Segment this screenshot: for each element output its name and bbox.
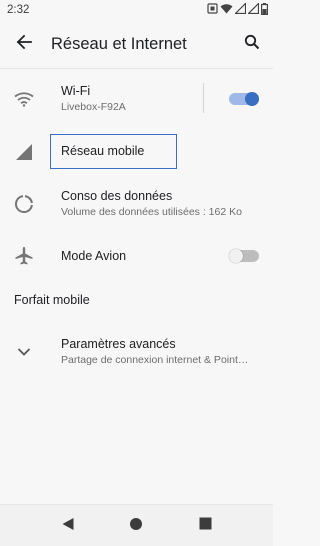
wifi-text: Wi-Fi Livebox-F92A: [61, 84, 126, 113]
app-bar-divider: [0, 68, 273, 69]
advanced-settings-row[interactable]: Paramètres avancés Partage de connexion …: [0, 332, 273, 372]
nav-home-button[interactable]: [124, 514, 148, 538]
status-bar: 2:32: [0, 0, 273, 20]
focus-highlight: [50, 134, 177, 169]
data-usage-text: Conso des données Volume des données uti…: [61, 189, 242, 218]
search-button[interactable]: [232, 24, 272, 64]
arrow-back-icon: [16, 34, 32, 55]
wifi-toggle-knob: [245, 92, 259, 106]
wifi-icon: [220, 3, 233, 17]
nav-back-button[interactable]: [56, 514, 80, 538]
nav-back-icon: [61, 517, 75, 536]
wifi-title: Wi-Fi: [61, 84, 91, 98]
signal-icon: [234, 2, 247, 17]
wifi-icon: [13, 88, 35, 110]
airplane-mode-toggle[interactable]: [229, 249, 259, 263]
signal-icon: [247, 2, 260, 17]
battery-icon: [261, 2, 269, 18]
section-header-forfait: Forfait mobile: [14, 293, 90, 307]
wifi-toggle[interactable]: [229, 92, 259, 106]
recents-icon: [199, 517, 212, 535]
advanced-settings-title: Paramètres avancés: [61, 337, 176, 351]
airplane-mode-text: Mode Avion: [61, 249, 126, 263]
home-icon: [129, 517, 143, 536]
page-title: Réseau et Internet: [51, 34, 187, 53]
status-icons: [207, 2, 269, 18]
nav-recents-button[interactable]: [193, 514, 217, 538]
chevron-down-icon: [13, 341, 35, 363]
wifi-separator: [203, 83, 204, 113]
sim-card-icon: [207, 3, 218, 17]
airplane-toggle-knob: [229, 249, 243, 263]
data-usage-row[interactable]: Conso des données Volume des données uti…: [0, 184, 273, 226]
advanced-settings-text: Paramètres avancés Partage de connexion …: [61, 337, 248, 366]
navigation-bar: [0, 504, 273, 546]
app-bar: Réseau et Internet: [0, 20, 273, 68]
data-usage-icon: [13, 193, 35, 215]
wifi-network-name: Livebox-F92A: [61, 101, 126, 113]
airplane-icon: [13, 245, 35, 267]
search-icon: [244, 34, 260, 55]
data-usage-subtitle: Volume des données utilisées : 162 Ko: [61, 206, 242, 218]
advanced-settings-subtitle: Partage de connexion internet & Point…: [61, 354, 249, 366]
data-usage-title: Conso des données: [61, 189, 173, 203]
signal-icon: [13, 141, 35, 163]
status-time: 2:32: [7, 4, 30, 16]
back-button[interactable]: [4, 24, 44, 64]
airplane-mode-title: Mode Avion: [61, 249, 127, 263]
